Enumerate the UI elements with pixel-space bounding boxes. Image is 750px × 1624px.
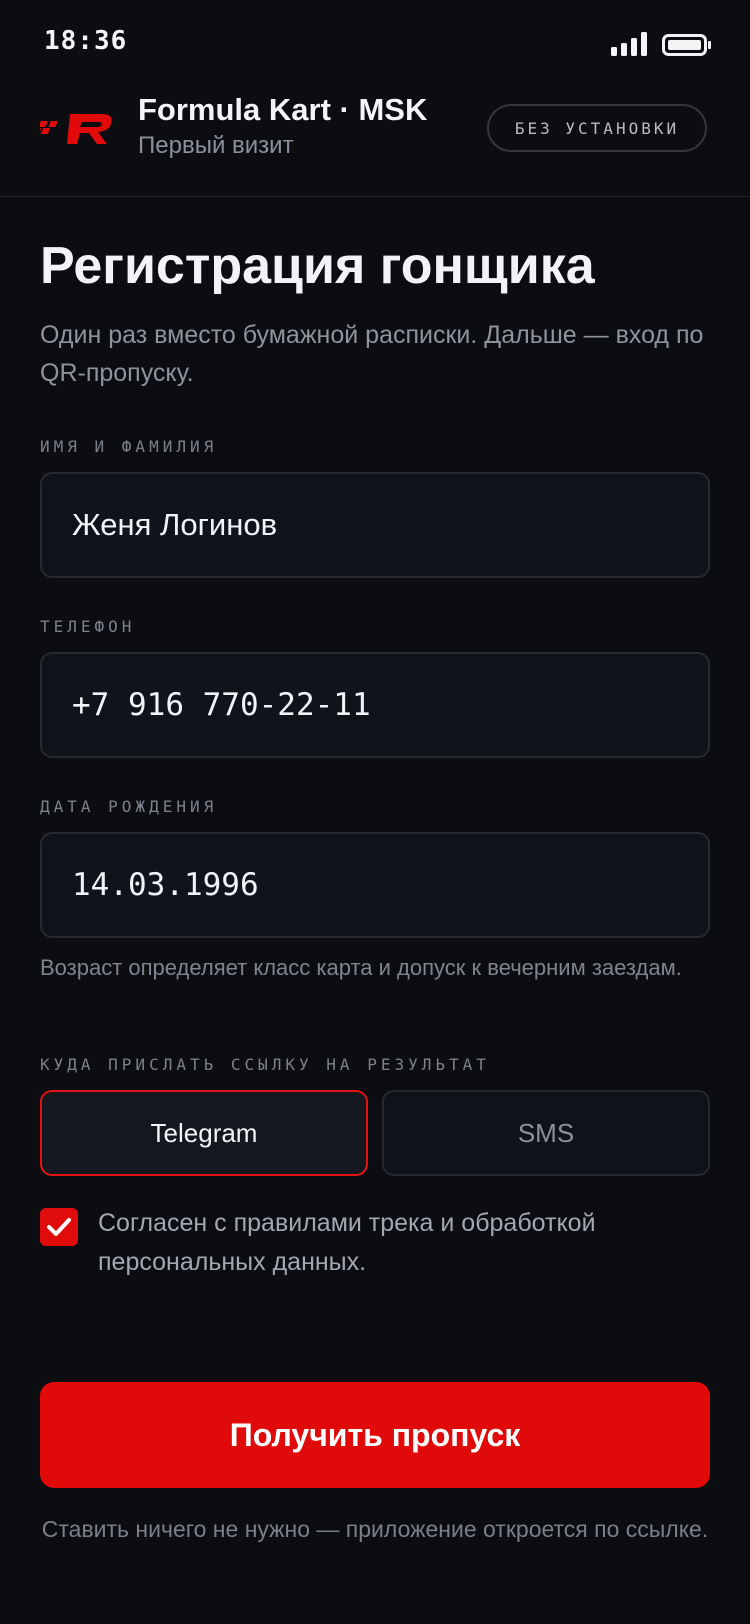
signal-bars-icon <box>611 32 647 56</box>
birthdate-hint: Возраст определяет класс карта и допуск … <box>40 955 682 980</box>
page-title: Регистрация гонщика <box>40 237 595 295</box>
status-time: 18:36 <box>44 26 128 56</box>
birthdate-label: ДАТА РОЖДЕНИЯ <box>40 797 218 816</box>
checkmark-icon <box>47 1218 71 1236</box>
brand-subtitle: Первый визит <box>138 132 294 159</box>
consent-text: Согласен с правилами трека и обработкой … <box>98 1209 596 1276</box>
delivery-option-sms[interactable]: SMS <box>382 1090 710 1176</box>
name-field[interactable]: Женя Логинов <box>40 472 710 578</box>
birthdate-field[interactable]: 14.03.1996 <box>40 832 710 938</box>
brand-name: Formula Kart · MSK <box>138 92 428 127</box>
no-install-badge: БЕЗ УСТАНОВКИ <box>487 104 707 152</box>
footnote: Ставить ничего не нужно — приложение отк… <box>41 1516 709 1542</box>
phone-label: ТЕЛЕФОН <box>40 617 136 636</box>
name-label: ИМЯ И ФАМИЛИЯ <box>40 437 218 456</box>
racing-r-logo <box>40 114 112 144</box>
phone-field[interactable]: +7 916 770-22-11 <box>40 652 710 758</box>
intro-text: Один раз вместо бумажной расписки. Дальш… <box>40 321 704 387</box>
delivery-option-telegram[interactable]: Telegram <box>40 1090 368 1176</box>
get-pass-button[interactable]: Получить пропуск <box>40 1382 710 1488</box>
consent-checkbox[interactable] <box>40 1208 78 1246</box>
delivery-label: КУДА ПРИСЛАТЬ ССЫЛКУ НА РЕЗУЛЬТАТ <box>40 1055 490 1074</box>
header-divider <box>0 196 750 197</box>
battery-icon <box>662 34 711 56</box>
